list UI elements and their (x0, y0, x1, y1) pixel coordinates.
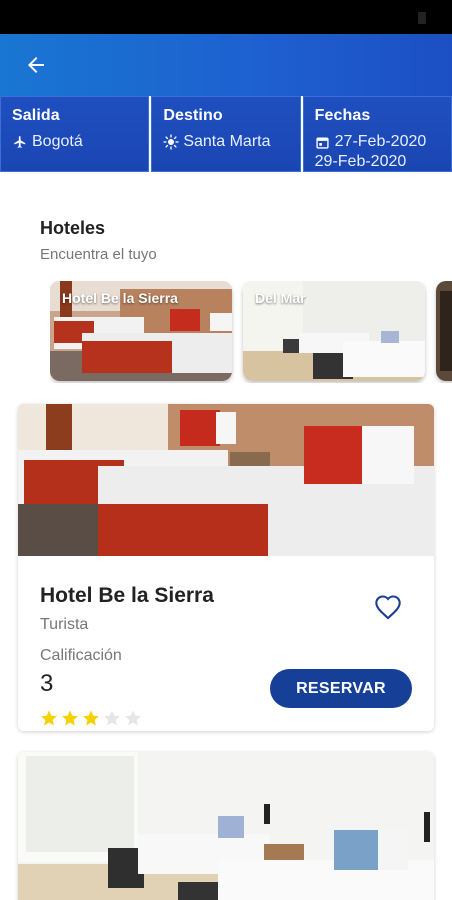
hotel-photo (18, 404, 434, 556)
status-bar (0, 0, 452, 34)
carousel-item[interactable]: Hotel Be la Sierra (50, 281, 232, 381)
arrow-left-icon (28, 57, 44, 73)
star-empty-icon (104, 710, 120, 726)
section-subtitle: Encuentra el tuyo (40, 246, 157, 263)
hotel-card[interactable]: Hotel Be la Sierra Turista Calificación … (18, 404, 434, 731)
date-end: 29-Feb-2020 (314, 153, 407, 170)
section-title: Hoteles (40, 218, 106, 238)
favorite-button[interactable] (374, 594, 402, 620)
hotel-photo (18, 752, 434, 900)
carousel-item-name: Hotel Be la Sierra (62, 290, 178, 306)
hotel-name: Hotel Be la Sierra (40, 584, 214, 607)
hotel-category: Turista (40, 616, 89, 633)
carousel-item[interactable]: Del Mar (243, 281, 425, 381)
date-start: 27-Feb-2020 (334, 133, 427, 150)
carousel-item-name: Del Mar (255, 290, 306, 306)
destination-value: Santa Marta (183, 133, 271, 150)
calendar-icon (315, 134, 331, 150)
destination-cell[interactable]: Destino Santa Marta (151, 96, 301, 172)
airplane-icon (12, 134, 28, 150)
dates-cell[interactable]: Fechas 27-Feb-2020 29-Feb-2020 (302, 96, 452, 172)
star-filled-icon (41, 710, 57, 726)
battery-icon (418, 12, 426, 24)
carousel-item[interactable] (436, 281, 452, 381)
reserve-button[interactable]: RESERVAR (270, 669, 412, 708)
star-empty-icon (125, 710, 141, 726)
star-rating (40, 709, 142, 727)
rating-label: Calificación (40, 647, 122, 664)
dates-label: Fechas (314, 107, 371, 124)
destination-label: Destino (163, 107, 223, 124)
back-button[interactable] (18, 48, 54, 82)
origin-label: Salida (12, 107, 60, 124)
hotel-card[interactable] (18, 752, 434, 900)
origin-value: Bogotá (32, 133, 83, 150)
star-filled-icon (62, 710, 78, 726)
heart-outline-icon (375, 595, 401, 620)
origin-cell[interactable]: Salida Bogotá (0, 96, 150, 172)
rating-value: 3 (40, 670, 54, 697)
hotel-room-image (436, 281, 452, 381)
sun-icon (163, 134, 179, 150)
star-filled-icon (83, 710, 99, 726)
hotel-carousel[interactable]: Hotel Be la Sierra Del Mar (50, 281, 452, 383)
trip-summary: Salida Bogotá Destino Santa Marta Fechas… (0, 96, 452, 172)
app-bar (0, 34, 452, 96)
